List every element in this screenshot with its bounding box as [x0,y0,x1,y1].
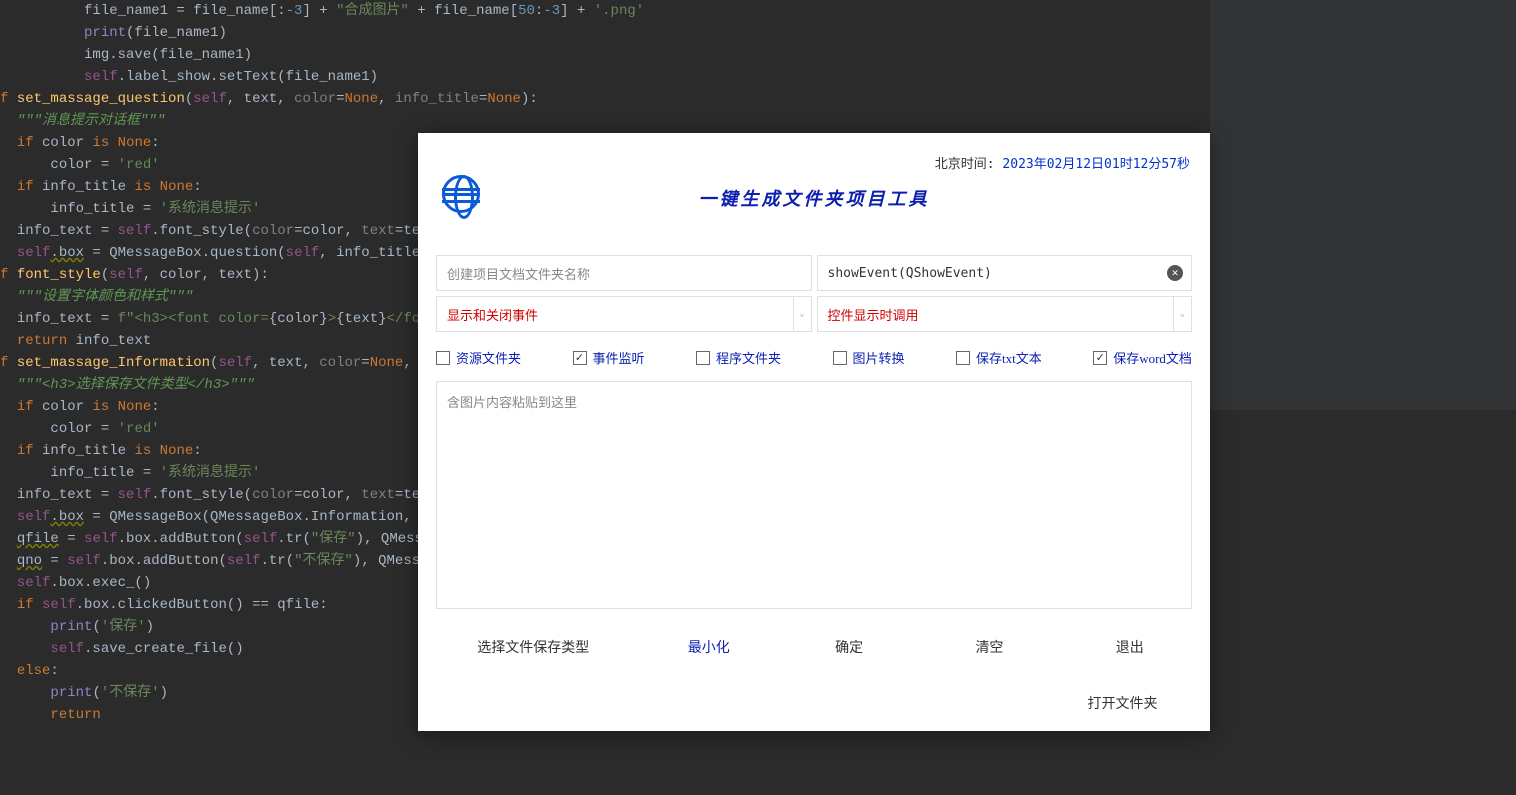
checkbox-4[interactable]: 保存txt文本 [956,348,1042,367]
dialog-header: 北京时间: 2023年02月12日01时12分57秒 一键生成文件夹项目工具 [418,133,1210,205]
select-save-type-button[interactable]: 选择文件保存类型 [428,627,639,667]
checkbox-1[interactable]: ✓ 事件监听 [573,348,645,367]
exit-button[interactable]: 退出 [1060,627,1200,667]
code-line: img.save(file_name1) [0,44,1210,66]
checkbox-label: 保存txt文本 [976,348,1042,367]
button-row-2: 打开文件夹 [418,667,1210,723]
code-line: print(file_name1) [0,22,1210,44]
checkbox-box-icon [833,351,847,365]
combo-event-category-value: 显示和关闭事件 [447,305,538,324]
checkbox-box-icon: ✓ [573,351,587,365]
checkbox-0[interactable]: 资源文件夹 [436,348,521,367]
textarea-placeholder: 含图片内容粘贴到这里 [447,396,577,411]
tool-dialog: 北京时间: 2023年02月12日01时12分57秒 一键生成文件夹项目工具 创… [418,133,1210,731]
code-line: self.label_show.setText(file_name1) [0,66,1210,88]
chevron-down-icon: ⌄ [793,297,811,331]
code-line: file_name1 = file_name[:-3] + "合成图片" + f… [0,0,1210,22]
clock: 北京时间: 2023年02月12日01时12分57秒 [935,153,1190,172]
dialog-title: 一键生成文件夹项目工具 [418,185,1210,211]
checkbox-label: 程序文件夹 [716,348,781,367]
clear-icon[interactable]: ✕ [1167,265,1183,281]
checkbox-box-icon: ✓ [1093,351,1107,365]
code-line: """消息提示对话框""" [0,110,1210,132]
clock-label: 北京时间: [935,157,1003,172]
editor-right-gutter [1210,0,1516,410]
checkbox-box-icon [696,351,710,365]
combo-event-category[interactable]: 显示和关闭事件 ⌄ [436,296,812,332]
checkbox-label: 资源文件夹 [456,348,521,367]
event-input-value: showEvent(QShowEvent) [828,266,992,281]
checkbox-3[interactable]: 图片转换 [833,348,905,367]
code-line: f set_massage_question(self, text, color… [0,88,1210,110]
event-input[interactable]: showEvent(QShowEvent) ✕ [817,255,1193,291]
checkbox-label: 图片转换 [853,348,905,367]
combo-event-description-value: 控件显示时调用 [828,305,919,324]
checkbox-box-icon [956,351,970,365]
checkbox-box-icon [436,351,450,365]
chevron-down-icon: ⌄ [1173,297,1191,331]
clear-button[interactable]: 清空 [919,627,1059,667]
checkbox-5[interactable]: ✓ 保存word文档 [1093,348,1192,367]
open-folder-button[interactable]: 打开文件夹 [1045,683,1200,723]
checkbox-label: 事件监听 [593,348,645,367]
project-name-placeholder: 创建项目文档文件夹名称 [447,264,590,283]
checkbox-label: 保存word文档 [1113,348,1192,367]
minimize-button[interactable]: 最小化 [639,627,779,667]
project-name-input[interactable]: 创建项目文档文件夹名称 [436,255,812,291]
clock-time: 2023年02月12日01时12分57秒 [1002,157,1190,172]
ok-button[interactable]: 确定 [779,627,919,667]
combo-event-description[interactable]: 控件显示时调用 ⌄ [817,296,1193,332]
checkbox-2[interactable]: 程序文件夹 [696,348,781,367]
content-textarea[interactable]: 含图片内容粘贴到这里 [436,381,1192,609]
checkbox-row: 资源文件夹 ✓ 事件监听 程序文件夹 图片转换 保存txt文本 ✓ 保存word文档 [418,332,1210,377]
button-row-1: 选择文件保存类型 最小化 确定 清空 退出 [418,609,1210,667]
